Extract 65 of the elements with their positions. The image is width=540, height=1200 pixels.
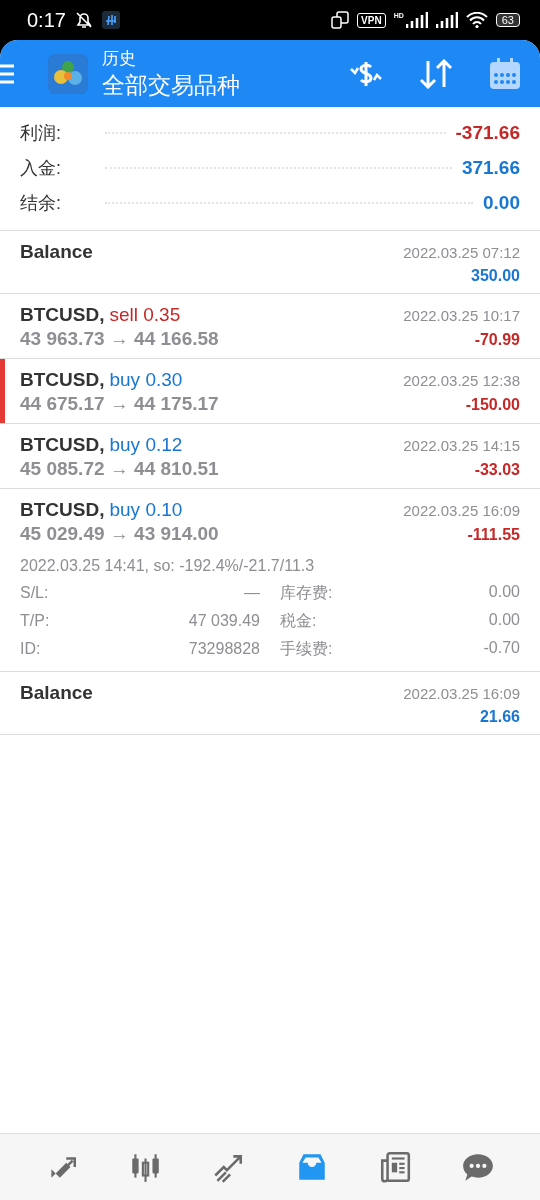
trade-open-info: 2022.03.25 14:41, so: -192.4%/-21.7/11.3 — [20, 557, 316, 575]
history-row[interactable]: Balance 2022.03.25 07:12 350.00 — [0, 231, 540, 294]
detail-value: -0.70 — [483, 638, 520, 658]
summary-value: 0.00 — [483, 191, 520, 214]
summary-value: -371.66 — [455, 121, 520, 144]
history-row[interactable]: BTCUSD, buy 0.10 2022.03.25 16:09 45 029.49 → 43 914.00 -111.55 2022.03.25 14:41, so: -192.4%/-21.7/11.3 S/L: — 库存费: 0.00 T/P: 47 039.49 税金: 0.00 ID: 73298828 手续费: -0.70 — [0, 489, 540, 672]
entry-amount: 21.66 — [479, 708, 520, 726]
trade-side: buy 0.30 — [109, 369, 183, 391]
detail-value: — — [244, 584, 260, 602]
app-logo-icon — [48, 53, 88, 94]
signal-icon — [405, 12, 428, 28]
vpn-indicator: VPN — [357, 12, 386, 28]
trade-symbol: BTCUSD, — [20, 304, 105, 326]
entry-time: 2022.03.25 07:12 — [403, 244, 520, 261]
entry-time: 2022.03.25 16:09 — [403, 685, 520, 702]
trade-side: buy 0.10 — [109, 499, 183, 521]
summary-value: 371.66 — [461, 156, 520, 179]
entry-time: 2022.03.25 14:15 — [403, 437, 520, 454]
detail-label: T/P: — [20, 612, 50, 630]
trade-prices: 45 085.72 → 44 810.51 — [20, 458, 219, 480]
wifi-icon — [465, 12, 488, 28]
screen-mirror-icon — [331, 11, 350, 29]
summary-label: 结余: — [20, 191, 62, 215]
summary-label: 利润: — [20, 121, 62, 145]
entry-amount: 350.00 — [471, 267, 520, 285]
signal-icon — [435, 12, 458, 28]
detail-label: 税金: — [280, 610, 317, 631]
history-row[interactable]: Balance 2022.03.25 16:09 21.66 — [0, 672, 540, 735]
entry-amount: -150.00 — [465, 396, 520, 414]
summary-label: 入金: — [20, 156, 62, 180]
screen-subtitle: 历史 — [102, 47, 137, 70]
status-time: 0:17 — [27, 8, 66, 32]
detail-value: 47 039.49 — [188, 612, 260, 630]
trade-side: buy 0.12 — [109, 434, 183, 456]
trade-prices: 44 675.17 → 44 175.17 — [20, 393, 219, 415]
detail-value: 0.00 — [488, 582, 520, 602]
detail-value: 73298828 — [188, 640, 260, 658]
trade-side: sell 0.35 — [109, 304, 181, 326]
detail-value: 0.00 — [488, 610, 520, 630]
detail-label: ID: — [20, 640, 41, 658]
detail-label: S/L: — [20, 584, 49, 602]
app-notification-icon — [101, 11, 120, 29]
trade-symbol: BTCUSD, — [20, 499, 105, 521]
history-row[interactable]: BTCUSD, buy 0.12 2022.03.25 14:15 45 085.72 → 44 810.51 -33.03 — [0, 424, 540, 489]
menu-button[interactable] — [0, 62, 14, 85]
entry-time: 2022.03.25 10:17 — [403, 307, 520, 324]
entry-amount: -33.03 — [474, 461, 520, 479]
entry-time: 2022.03.25 16:09 — [403, 502, 520, 519]
entry-amount: -70.99 — [474, 331, 520, 349]
trade-prices: 43 963.73 → 44 166.58 — [20, 328, 219, 350]
entry-amount: -111.55 — [467, 526, 520, 544]
trade-symbol: BTCUSD, — [20, 369, 105, 391]
detail-label: 库存费: — [280, 582, 333, 603]
sort-button[interactable] — [418, 58, 454, 89]
history-row[interactable]: BTCUSD, sell 0.35 2022.03.25 10:17 43 963.73 → 44 166.58 -70.99 — [0, 294, 540, 359]
muted-bell-icon — [73, 10, 94, 30]
battery-level: 63 — [495, 13, 520, 27]
trade-symbol: BTCUSD, — [20, 434, 105, 456]
entry-title: Balance — [20, 241, 93, 263]
screen-title: 全部交易品种 — [102, 70, 241, 100]
entry-title: Balance — [20, 682, 93, 704]
entry-time: 2022.03.25 12:38 — [403, 372, 520, 389]
trade-prices: 45 029.49 → 43 914.00 — [20, 523, 219, 545]
detail-label: 手续费: — [280, 638, 333, 659]
history-row[interactable]: BTCUSD, buy 0.30 2022.03.25 12:38 44 675.17 → 44 175.17 -150.00 — [0, 359, 540, 424]
